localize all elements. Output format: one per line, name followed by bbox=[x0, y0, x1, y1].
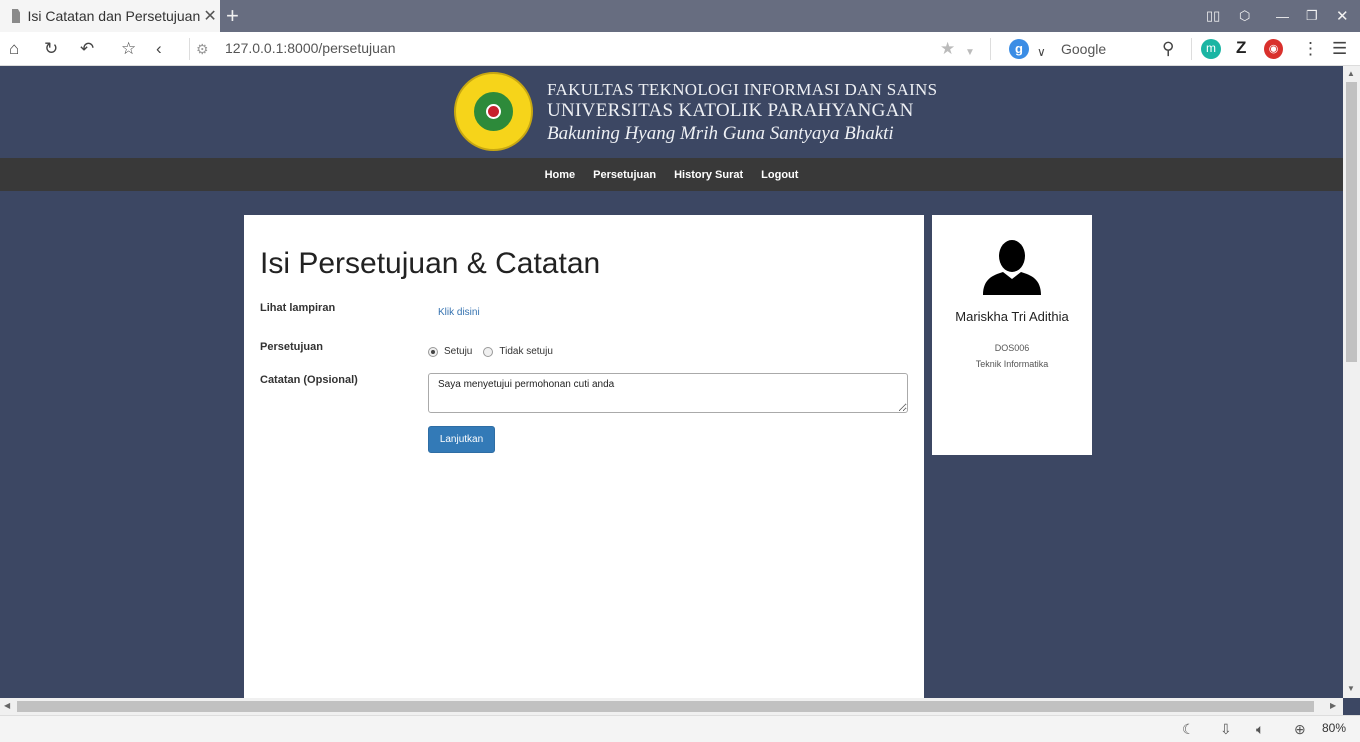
radio-setuju-label[interactable]: Setuju bbox=[444, 346, 472, 357]
logo-center bbox=[486, 104, 501, 119]
address-bar[interactable]: 127.0.0.1:8000/persetujuan bbox=[225, 40, 395, 56]
vertical-scroll-thumb[interactable] bbox=[1346, 82, 1357, 362]
vertical-scrollbar[interactable]: ▲ ▼ bbox=[1343, 66, 1360, 698]
faculty-name: FAKULTAS TEKNOLOGI INFORMASI DAN SAINS bbox=[547, 80, 938, 99]
approval-form-panel: Isi Persetujuan & Catatan Lihat lampiran… bbox=[244, 215, 924, 698]
nav-logout[interactable]: Logout bbox=[761, 169, 798, 181]
volume-icon[interactable]: 🔈︎ bbox=[1256, 721, 1264, 738]
profile-name: Mariskha Tri Adithia bbox=[955, 309, 1069, 324]
scroll-down-icon[interactable]: ▼ bbox=[1347, 684, 1355, 693]
page-viewport: FAKULTAS TEKNOLOGI INFORMASI DAN SAINS U… bbox=[0, 66, 1343, 698]
nav-history-surat[interactable]: History Surat bbox=[674, 169, 743, 181]
notes-label: Catatan (Opsional) bbox=[260, 374, 358, 386]
notes-textarea[interactable]: Saya menyetujui permohonan cuti anda bbox=[428, 373, 908, 413]
user-avatar-icon bbox=[983, 240, 1041, 295]
zoom-icon[interactable]: ⊕ bbox=[1294, 721, 1306, 738]
browser-tab-bar: Isi Catatan dan Persetujuan ✕ + ▯▯ ⬡ — ❐… bbox=[0, 0, 1360, 32]
tile-windows-icon[interactable]: ▯▯ bbox=[1206, 0, 1220, 32]
tab-title: Isi Catatan dan Persetujuan bbox=[27, 8, 201, 24]
extension-shield-icon[interactable]: ◉ bbox=[1264, 39, 1283, 59]
profile-card: Mariskha Tri Adithia DOS006 Teknik Infor… bbox=[932, 215, 1092, 455]
university-name: UNIVERSITAS KATOLIK PARAHYANGAN bbox=[547, 100, 914, 121]
home-icon[interactable]: ⌂ bbox=[9, 39, 19, 59]
horizontal-scrollbar[interactable]: ◀ ▶ bbox=[0, 698, 1343, 715]
approval-label: Persetujuan bbox=[260, 341, 323, 353]
separator bbox=[1191, 38, 1192, 60]
zoom-level[interactable]: 80% bbox=[1322, 721, 1346, 735]
motto: Bakuning Hyang Mrih Guna Santyaya Bhakti bbox=[547, 123, 894, 144]
profile-department: Teknik Informatika bbox=[975, 359, 1049, 369]
main-nav: Home Persetujuan History Surat Logout bbox=[0, 158, 1343, 191]
document-icon bbox=[12, 9, 21, 23]
new-tab-icon[interactable]: + bbox=[226, 3, 239, 29]
header-text: FAKULTAS TEKNOLOGI INFORMASI DAN SAINS U… bbox=[547, 80, 937, 146]
minimize-icon[interactable]: — bbox=[1276, 0, 1289, 32]
download-icon[interactable]: ⇩ bbox=[1220, 721, 1232, 738]
browser-status-bar: ☾ ⇩ 🔈︎ ⊕ 80% bbox=[0, 715, 1360, 742]
site-header: FAKULTAS TEKNOLOGI INFORMASI DAN SAINS U… bbox=[0, 66, 1343, 158]
nav-persetujuan[interactable]: Persetujuan bbox=[593, 169, 656, 181]
page-title: Isi Persetujuan & Catatan bbox=[260, 247, 601, 280]
reload-icon[interactable]: ↻ bbox=[44, 39, 58, 59]
more-vertical-icon[interactable]: ⋮ bbox=[1302, 39, 1319, 59]
restore-icon[interactable]: ❐ bbox=[1306, 0, 1318, 32]
radio-tidak-setuju-label[interactable]: Tidak setuju bbox=[499, 346, 553, 357]
nav-home[interactable]: Home bbox=[545, 169, 576, 181]
back-icon[interactable]: ‹ bbox=[156, 39, 162, 59]
browser-toolbar: ⌂ ↻ ↶ ☆ ‹ ⚙ 127.0.0.1:8000/persetujuan ★… bbox=[0, 32, 1360, 66]
horizontal-scroll-thumb[interactable] bbox=[17, 701, 1314, 712]
extensions-icon[interactable]: ⬡ bbox=[1239, 0, 1250, 32]
separator bbox=[990, 38, 991, 60]
chevron-down-icon[interactable]: ∨ bbox=[1037, 42, 1046, 62]
extension-z-icon[interactable]: Z bbox=[1236, 38, 1246, 58]
profile-id: DOS006 bbox=[994, 343, 1030, 353]
university-logo bbox=[454, 72, 533, 151]
favorite-icon[interactable]: ☆ bbox=[121, 39, 136, 59]
undo-close-icon[interactable]: ↶ bbox=[80, 39, 94, 59]
bookmark-star-icon[interactable]: ★ bbox=[940, 39, 955, 59]
dropdown-icon[interactable]: ▼ bbox=[965, 43, 975, 63]
extension-m-icon[interactable]: m bbox=[1201, 39, 1221, 59]
search-icon[interactable]: ⚲ bbox=[1162, 39, 1174, 59]
scroll-right-icon[interactable]: ▶ bbox=[1330, 701, 1336, 710]
close-window-icon[interactable]: ✕ bbox=[1336, 0, 1349, 32]
scroll-up-icon[interactable]: ▲ bbox=[1347, 69, 1355, 78]
radio-tidak-setuju[interactable] bbox=[483, 346, 494, 357]
approval-radio-group: Setuju Tidak setuju bbox=[428, 346, 564, 357]
menu-icon[interactable]: ☰ bbox=[1332, 39, 1347, 59]
search-engine-icon[interactable]: g bbox=[1009, 39, 1029, 59]
close-tab-icon[interactable]: ✕ bbox=[200, 6, 220, 26]
submit-button[interactable]: Lanjutkan bbox=[428, 426, 495, 453]
radio-setuju[interactable] bbox=[428, 346, 438, 357]
attachment-link[interactable]: Klik disini bbox=[438, 307, 480, 318]
logo-emblem bbox=[471, 89, 516, 134]
browser-tab[interactable]: Isi Catatan dan Persetujuan ✕ bbox=[0, 0, 220, 32]
scroll-left-icon[interactable]: ◀ bbox=[4, 701, 10, 710]
separator bbox=[189, 38, 190, 60]
search-input[interactable]: Google bbox=[1061, 41, 1106, 57]
attachment-label: Lihat lampiran bbox=[260, 302, 336, 314]
site-info-icon[interactable]: ⚙ bbox=[196, 39, 209, 59]
night-mode-icon[interactable]: ☾ bbox=[1182, 721, 1195, 738]
